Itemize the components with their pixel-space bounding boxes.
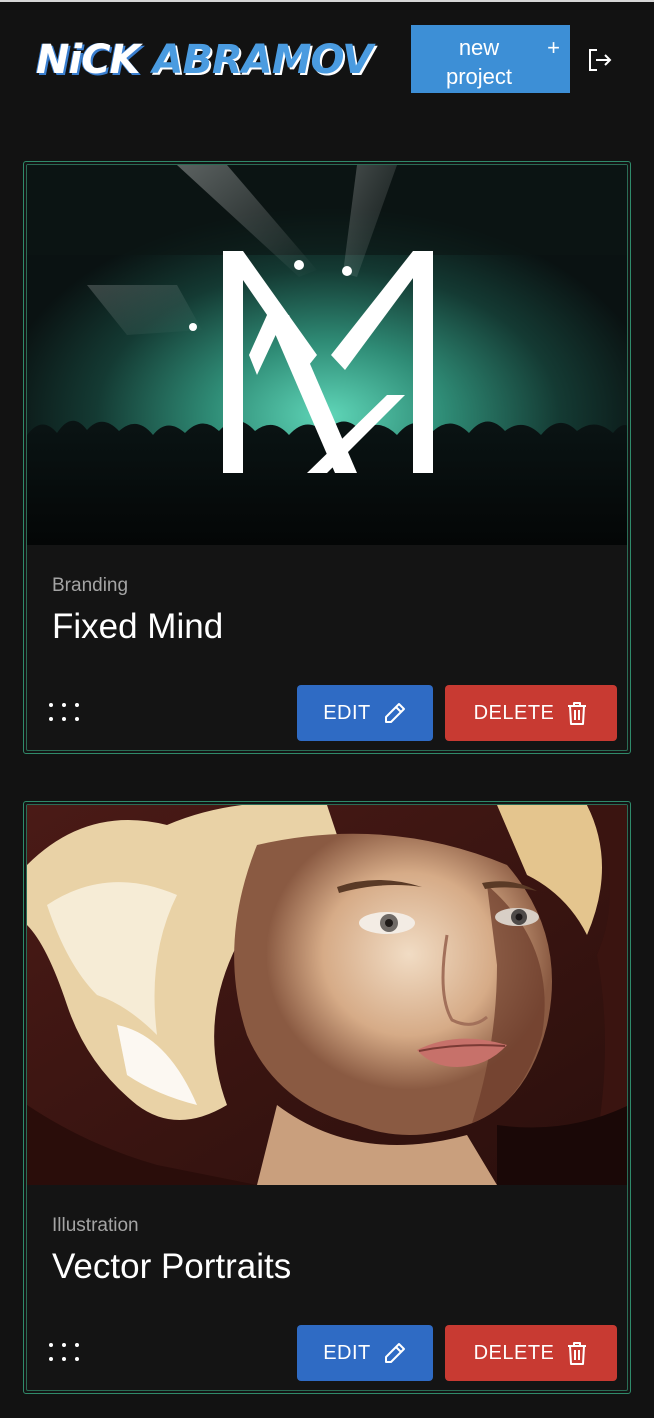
- logo[interactable]: NiCK ABRAMOV: [36, 36, 373, 84]
- logout-icon[interactable]: [586, 46, 614, 74]
- delete-label: DELETE: [473, 701, 555, 724]
- new-project-label: new project: [445, 35, 513, 89]
- delete-button[interactable]: DELETE: [445, 1325, 617, 1381]
- drag-handle-icon[interactable]: [47, 701, 81, 723]
- project-category: Branding: [52, 575, 129, 596]
- project-card: Branding Fixed Mind EDIT DELETE: [23, 161, 631, 754]
- project-title: Fixed Mind: [52, 607, 224, 646]
- logo-first-name: NiCK: [36, 37, 141, 83]
- delete-button[interactable]: DELETE: [445, 685, 617, 741]
- trash-icon: [566, 1340, 588, 1366]
- project-image[interactable]: [27, 165, 627, 545]
- pencil-icon: [383, 1341, 407, 1365]
- project-card: Illustration Vector Portraits EDIT DELET…: [23, 801, 631, 1394]
- delete-label: DELETE: [473, 1341, 555, 1364]
- project-title: Vector Portraits: [52, 1247, 292, 1286]
- trash-icon: [566, 700, 588, 726]
- edit-label: EDIT: [323, 1341, 371, 1364]
- pencil-icon: [383, 701, 407, 725]
- app-header: NiCK ABRAMOV new project +: [0, 2, 654, 112]
- logo-last-name: ABRAMOV: [152, 37, 373, 83]
- edit-label: EDIT: [323, 701, 371, 724]
- project-image[interactable]: [27, 805, 627, 1185]
- plus-icon: +: [547, 35, 560, 60]
- project-category: Illustration: [52, 1215, 139, 1236]
- edit-button[interactable]: EDIT: [297, 1325, 433, 1381]
- edit-button[interactable]: EDIT: [297, 685, 433, 741]
- drag-handle-icon[interactable]: [47, 1341, 81, 1363]
- new-project-button[interactable]: new project +: [411, 25, 570, 93]
